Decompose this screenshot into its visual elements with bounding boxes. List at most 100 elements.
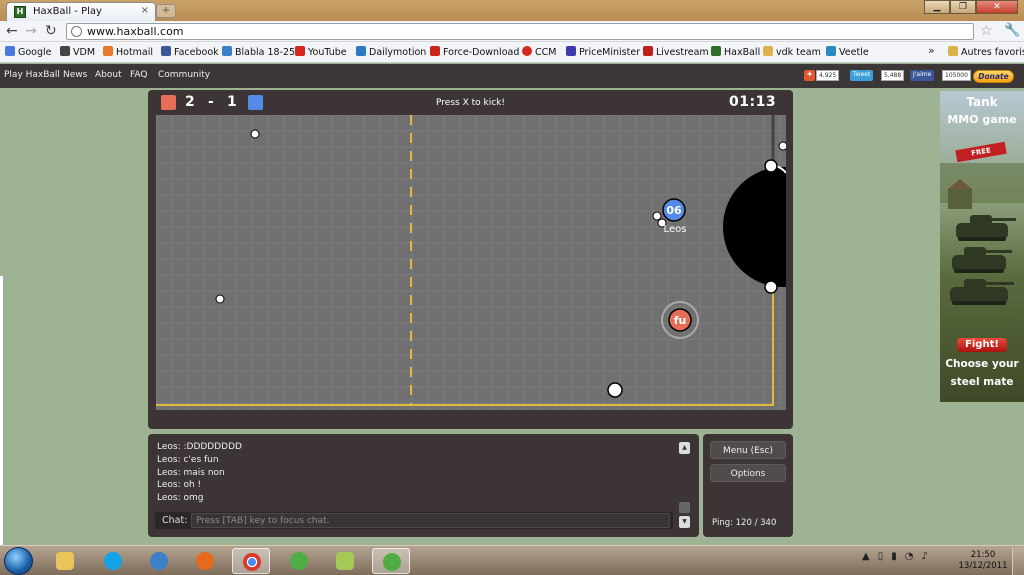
bookmark-label: Facebook	[174, 47, 219, 58]
ad-tagline-line2: steel mate	[950, 376, 1014, 388]
player-blue: 06 Leos	[662, 198, 686, 235]
bookmarks-bar: Google VDM Hotmail Facebook Blabla 18-25…	[0, 42, 1024, 63]
globe-icon	[71, 26, 82, 37]
nav-community[interactable]: Community	[158, 70, 210, 80]
bookmark-priceminister[interactable]: PriceMinister	[566, 46, 640, 58]
battery-icon[interactable]: ▯	[878, 551, 884, 562]
bookmark-label: CCM	[535, 47, 557, 58]
veetle-icon	[826, 46, 836, 56]
bookmark-facebook[interactable]: Facebook	[161, 46, 219, 58]
chat-label: Chat:	[162, 515, 188, 526]
firefox-icon	[196, 552, 214, 570]
volume-icon[interactable]: ♪	[921, 551, 927, 562]
title-bar: H HaxBall - Play × + ▁ ❐ ✕	[0, 0, 1024, 21]
bookmark-blabla[interactable]: Blabla 18-25	[222, 46, 295, 58]
bookmark-label: Force-Download	[443, 47, 520, 58]
player-red-label: fu	[674, 314, 687, 327]
taskbar-chrome[interactable]	[232, 548, 270, 574]
ad-banner[interactable]: Tank MMO game FREE Fight! Choose your st…	[940, 91, 1024, 402]
match-timer: 01:13	[729, 94, 777, 110]
back-arrow-icon[interactable]: ←	[6, 23, 18, 39]
nav-play-haxball[interactable]: Play HaxBall	[4, 70, 60, 80]
taskbar-skype[interactable]	[94, 548, 132, 574]
donate-button[interactable]: Donate	[973, 70, 1014, 83]
bookmark-veetle[interactable]: Veetle	[826, 46, 869, 58]
restore-button[interactable]: ❐	[950, 0, 976, 14]
tank-illustration-icon	[940, 163, 1024, 305]
forward-arrow-icon[interactable]: →	[25, 23, 37, 39]
taskbar-firefox[interactable]	[186, 548, 224, 574]
ad-fight-button[interactable]: Fight!	[957, 338, 1007, 352]
windows-start-icon[interactable]	[4, 547, 33, 575]
share-icon[interactable]: ✚	[804, 70, 816, 81]
taskbar-clock[interactable]: 21:50 13/12/2011	[958, 550, 1008, 572]
bookmark-star-icon[interactable]: ☆	[980, 23, 993, 39]
corner-marker	[215, 294, 225, 304]
address-bar[interactable]: www.haxball.com	[66, 23, 974, 40]
bookmark-dailymotion[interactable]: Dailymotion	[356, 46, 426, 58]
haxball-icon	[711, 46, 721, 56]
bookmark-youtube[interactable]: YouTube	[295, 46, 347, 58]
nav-faq[interactable]: FAQ	[130, 70, 147, 80]
menu-button[interactable]: Menu (Esc)	[710, 441, 786, 459]
bookmark-other-folder[interactable]: Autres favoris	[948, 46, 1024, 58]
skype-icon	[104, 552, 122, 570]
game-panel: 2 - 1 Press X to kick! 01:13 06 Leos fu	[148, 90, 793, 429]
minimize-button[interactable]: ▁	[924, 0, 950, 14]
ad-tagline-line1: Choose your	[945, 358, 1019, 370]
ad-title-line1: Tank	[966, 95, 998, 109]
chat-scroll-thumb[interactable]	[679, 502, 690, 513]
chat-input[interactable]	[191, 513, 670, 528]
like-button[interactable]: J'aime	[910, 70, 935, 81]
messenger-icon	[383, 553, 401, 571]
nav-about[interactable]: About	[95, 70, 122, 80]
livestream-icon	[643, 46, 653, 56]
bookmark-haxball[interactable]: HaxBall	[711, 46, 760, 58]
folder-icon	[763, 46, 773, 56]
options-button[interactable]: Options	[710, 464, 786, 482]
bookmark-livestream[interactable]: Livestream	[643, 46, 709, 58]
new-tab-button[interactable]: +	[156, 4, 176, 18]
signal-icon[interactable]: ▮	[891, 551, 897, 562]
bookmark-label: Hotmail	[116, 47, 154, 58]
taskbar-explorer[interactable]	[46, 548, 84, 574]
corner-marker	[250, 129, 260, 139]
facebook-icon	[161, 46, 171, 56]
tab-close-icon[interactable]: ×	[141, 5, 149, 16]
bookmark-label: Dailymotion	[369, 47, 427, 58]
tray-expand-icon[interactable]: ▲	[862, 551, 870, 562]
folder-icon	[56, 552, 74, 570]
network-icon[interactable]: ◔	[905, 551, 914, 562]
chat-message: Leos: omg	[157, 493, 204, 504]
tab-haxball-play[interactable]: H HaxBall - Play ×	[6, 2, 156, 21]
tweet-button[interactable]: Tweet	[850, 70, 874, 81]
bookmark-force-download[interactable]: Force-Download	[430, 46, 519, 58]
bookmark-label: Veetle	[839, 47, 869, 58]
clock-date: 13/12/2011	[958, 561, 1008, 571]
bookmark-ccm[interactable]: CCM	[522, 46, 556, 58]
nav-news[interactable]: News	[63, 70, 87, 80]
bookmark-vdm[interactable]: VDM	[60, 46, 95, 58]
bookmark-label: PriceMinister	[579, 47, 641, 58]
site-nav: Play HaxBall News About FAQ Community ✚ …	[0, 64, 1024, 88]
chat-scroll-up-icon[interactable]: ▲	[679, 442, 690, 454]
taskbar-photos[interactable]	[326, 548, 364, 574]
taskbar-messenger-window[interactable]	[372, 548, 410, 574]
show-desktop-button[interactable]	[1012, 547, 1024, 575]
bookmark-google[interactable]: Google	[5, 46, 52, 58]
chat-message: Leos: mais non	[157, 467, 225, 478]
tab-title: HaxBall - Play	[33, 6, 102, 17]
taskbar-itunes[interactable]	[140, 548, 178, 574]
bookmark-hotmail[interactable]: Hotmail	[103, 46, 153, 58]
taskbar-messenger[interactable]	[280, 548, 318, 574]
vdm-icon	[60, 46, 70, 56]
wrench-menu-icon[interactable]: 🔧	[1004, 23, 1020, 38]
score-bar: 2 - 1 Press X to kick! 01:13	[148, 90, 793, 114]
chat-scroll-down-icon[interactable]: ▼	[679, 516, 690, 528]
bookmarks-overflow-icon[interactable]: »	[928, 44, 935, 57]
bookmark-vdk-team[interactable]: vdk team	[763, 46, 821, 58]
pitch[interactable]: 06 Leos fu	[156, 115, 786, 410]
reload-icon[interactable]: ↻	[45, 23, 57, 39]
close-window-button[interactable]: ✕	[976, 0, 1018, 14]
pitch-surface	[156, 115, 786, 410]
